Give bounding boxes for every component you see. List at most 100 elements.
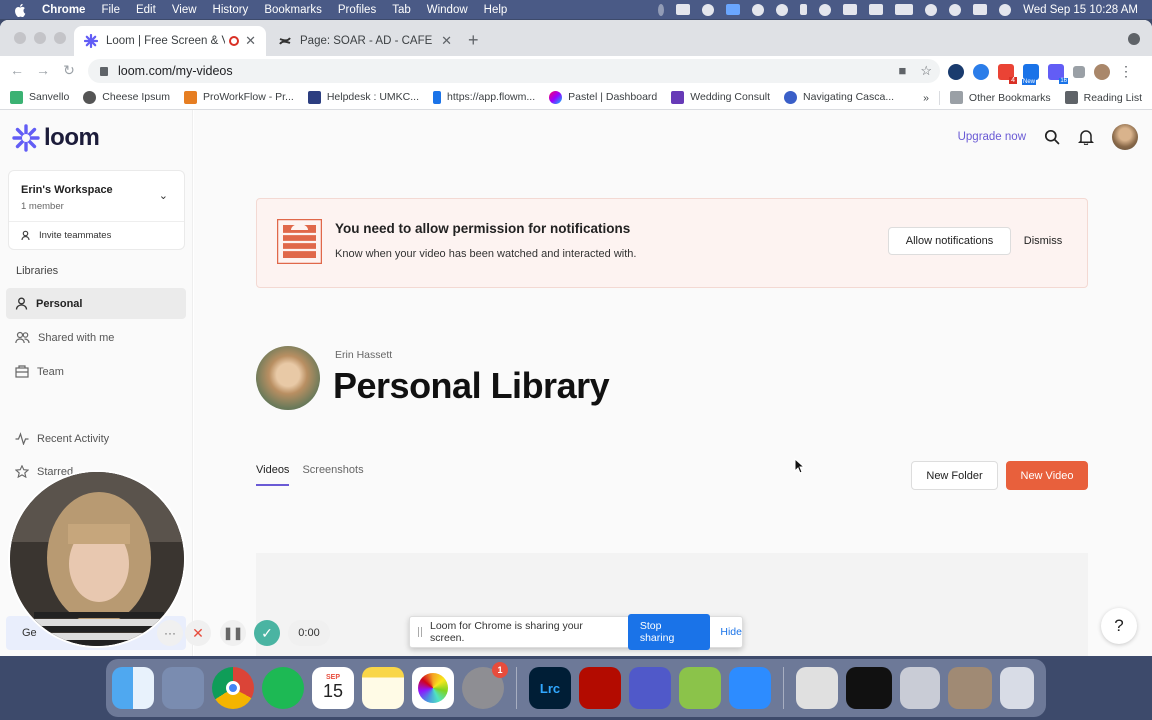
bookmark-sanvello[interactable]: Sanvello [10, 90, 69, 104]
apple-icon[interactable] [14, 3, 26, 17]
camera-permission-icon[interactable]: ■ [898, 63, 906, 79]
archive-icon[interactable] [679, 667, 721, 709]
downloads-stack-icon[interactable] [900, 667, 940, 709]
zoom-icon[interactable] [729, 667, 771, 709]
photos-icon[interactable] [412, 667, 454, 709]
trash-icon[interactable] [1000, 667, 1034, 709]
zoom-window-button[interactable] [54, 32, 66, 44]
chrome-icon[interactable] [212, 667, 254, 709]
invite-teammates-link[interactable]: Invite teammates [21, 230, 111, 241]
extensions-puzzle-icon[interactable] [1073, 65, 1085, 78]
other-bookmarks[interactable]: Other Bookmarks [949, 91, 1051, 104]
photo-stack-icon[interactable] [948, 667, 992, 709]
menu-history[interactable]: History [213, 4, 249, 16]
stop-sharing-button[interactable]: Stop sharing [627, 614, 711, 650]
menu-view[interactable]: View [172, 4, 197, 16]
sidebar-item-personal[interactable]: Personal [6, 288, 186, 319]
facetime-icon[interactable] [676, 4, 691, 15]
workspace-switcher[interactable]: Erin's Workspace 1 member ⌄ Invite teamm… [8, 170, 185, 250]
allow-notifications-button[interactable]: Allow notifications [888, 227, 1011, 255]
tab-videos[interactable]: Videos [256, 464, 290, 486]
profile-avatar-icon[interactable] [1094, 63, 1110, 80]
bookmark-wedding-consult[interactable]: Wedding Consult [671, 90, 770, 104]
spotlight-icon[interactable] [949, 3, 962, 16]
menu-file[interactable]: File [101, 4, 120, 16]
cancel-recording-button[interactable]: ✕ [185, 620, 211, 646]
upgrade-link[interactable]: Upgrade now [958, 131, 1026, 143]
extension-blue-icon[interactable] [973, 63, 989, 80]
lightroom-icon[interactable]: Lrc [529, 667, 571, 709]
menu-edit[interactable]: Edit [136, 4, 156, 16]
finish-recording-button[interactable]: ✓ [254, 620, 280, 646]
spotify-icon[interactable] [262, 667, 304, 709]
menu-help[interactable]: Help [484, 4, 508, 16]
sidebar-item-shared[interactable]: Shared with me [6, 322, 186, 353]
pause-button[interactable]: ❚❚ [220, 620, 246, 646]
bookmark-star-icon[interactable]: ☆ [920, 63, 932, 79]
tab-soar[interactable]: Page: SOAR - AD - CAFE - ww ✕ [268, 26, 462, 56]
more-options-button[interactable]: ··· [157, 620, 183, 646]
bookmark-pastel[interactable]: Pastel | Dashboard [549, 90, 657, 104]
menu-profiles[interactable]: Profiles [338, 4, 376, 16]
chrome-menu-icon[interactable]: ⋮ [1119, 63, 1133, 80]
acrobat-icon[interactable] [579, 667, 621, 709]
finder-icon[interactable] [112, 667, 154, 709]
close-tab-icon[interactable]: ✕ [441, 33, 452, 49]
more-bookmarks-icon[interactable]: » [923, 92, 929, 104]
bookmark-navigating[interactable]: Navigating Casca... [784, 90, 894, 104]
chrome-document-icon[interactable] [796, 667, 838, 709]
bell-icon[interactable] [1078, 129, 1094, 145]
battery-icon[interactable] [895, 4, 914, 15]
close-tab-icon[interactable]: ✕ [245, 33, 256, 49]
forward-icon[interactable]: → [32, 62, 54, 79]
system-preferences-icon[interactable]: 1 [462, 662, 508, 709]
wifi-icon[interactable] [925, 3, 938, 16]
sidebar-item-team[interactable]: Team [6, 356, 186, 387]
sync-icon[interactable] [776, 3, 789, 16]
close-window-button[interactable] [14, 32, 26, 44]
menu-clock[interactable]: Wed Sep 15 10:28 AM [1023, 4, 1138, 16]
address-bar[interactable]: loom.com/my-videos ■ ☆ [88, 59, 940, 83]
reload-icon[interactable]: ↻ [58, 62, 80, 79]
screen-record-icon[interactable] [702, 3, 715, 16]
launchpad-icon[interactable] [162, 667, 204, 709]
bluetooth-icon[interactable] [800, 4, 808, 15]
keyboard-icon[interactable] [869, 4, 884, 15]
extension-new-icon[interactable]: New [1022, 63, 1039, 85]
reading-list[interactable]: Reading List [1064, 91, 1142, 104]
menu-app-chrome[interactable]: Chrome [42, 4, 85, 16]
lock-icon[interactable] [100, 66, 108, 76]
bookmark-proworkflow[interactable]: ProWorkFlow - Pr... [183, 90, 294, 104]
webcam-bubble[interactable] [8, 470, 186, 648]
tab-loom[interactable]: Loom | Free Screen & Vide ✕ [74, 26, 266, 56]
tab-screenshots[interactable]: Screenshots [302, 464, 363, 486]
teams-icon[interactable] [629, 667, 671, 709]
back-icon[interactable]: ← [6, 62, 28, 79]
extension-loom-icon[interactable]: 16 [1048, 63, 1068, 84]
avatar[interactable] [1112, 124, 1138, 150]
chevron-down-icon[interactable]: ⌄ [159, 189, 168, 202]
minimize-window-button[interactable] [34, 32, 46, 44]
lightroom-screen-icon[interactable] [846, 667, 892, 709]
extension-gmail-icon[interactable]: 4 [998, 63, 1017, 84]
volume-icon[interactable] [843, 4, 858, 15]
search-icon[interactable] [1044, 129, 1060, 145]
tab-search-icon[interactable] [1128, 33, 1140, 45]
menu-tab[interactable]: Tab [392, 4, 411, 16]
loom-logo[interactable]: loom [12, 124, 100, 152]
new-folder-button[interactable]: New Folder [911, 461, 998, 490]
play-icon[interactable] [752, 3, 765, 16]
help-button[interactable]: ? [1101, 608, 1137, 644]
extension-1password-icon[interactable] [948, 63, 964, 80]
menu-window[interactable]: Window [427, 4, 468, 16]
new-video-button[interactable]: New Video [1006, 461, 1088, 490]
bookmark-cheese-ipsum[interactable]: Cheese Ipsum [83, 90, 170, 104]
dismiss-button[interactable]: Dismiss [1017, 227, 1069, 255]
calendar-icon[interactable]: SEP 15 [312, 667, 354, 709]
control-center-icon[interactable] [973, 4, 988, 15]
notes-icon[interactable] [362, 667, 404, 709]
new-tab-icon[interactable]: + [468, 30, 479, 51]
brightness-icon[interactable] [819, 3, 832, 16]
bookmark-helpdesk[interactable]: Helpdesk : UMKC... [307, 90, 419, 104]
drag-handle-icon[interactable] [418, 627, 422, 637]
